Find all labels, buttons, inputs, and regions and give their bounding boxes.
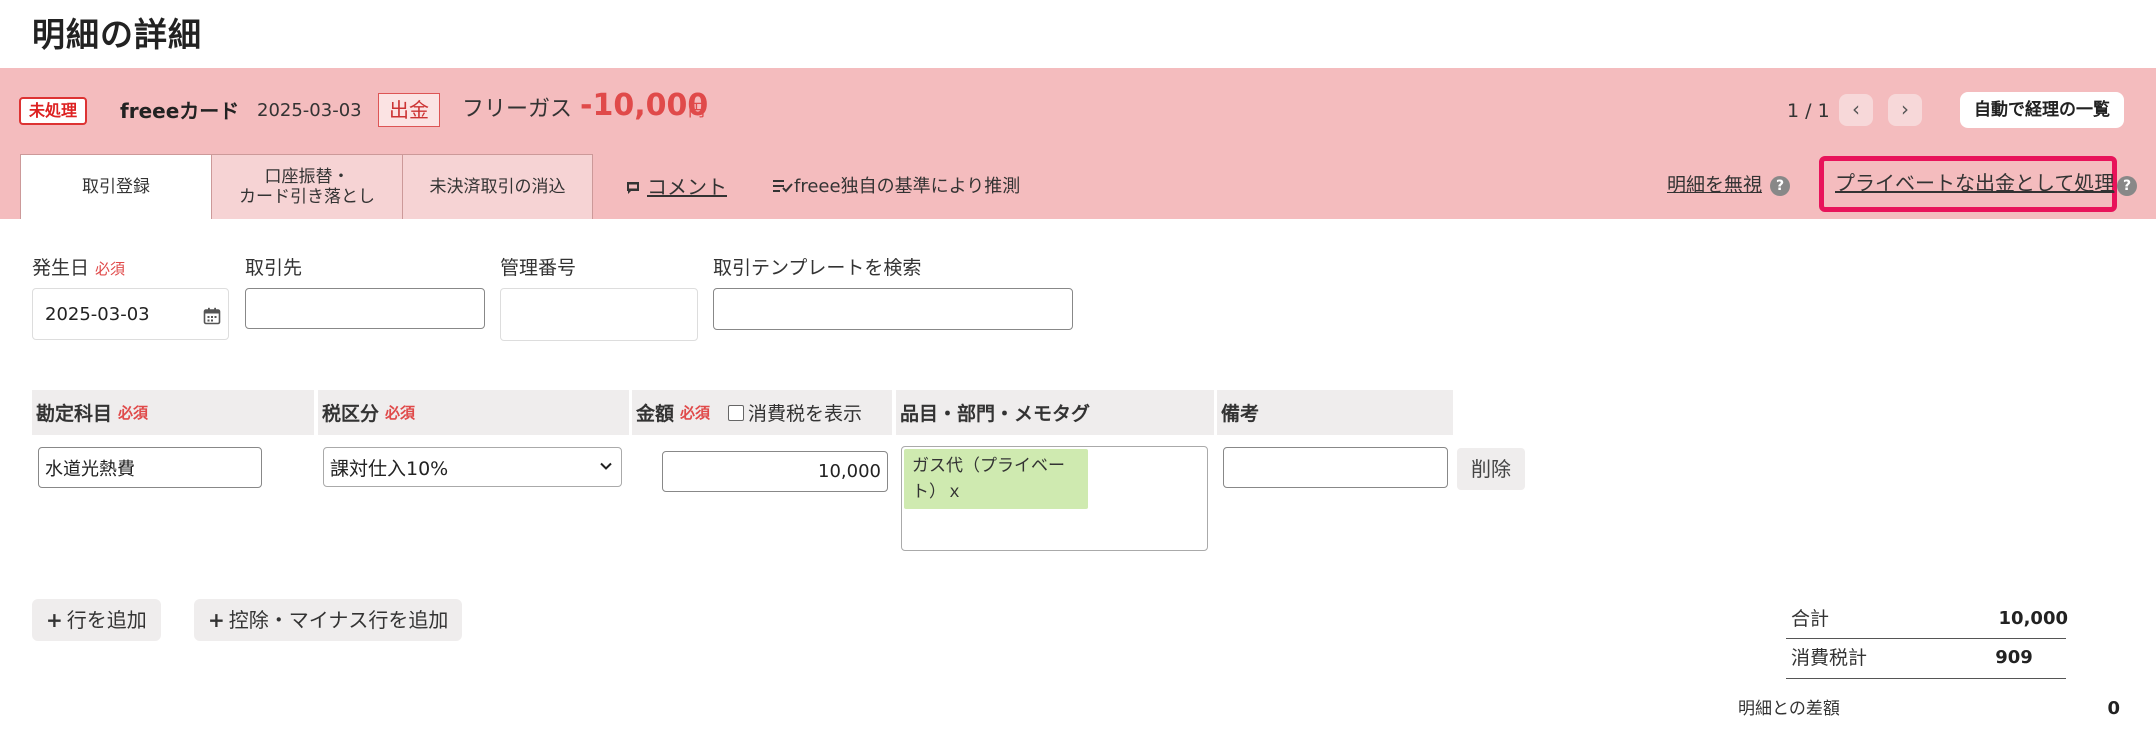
tab-transfer[interactable]: 口座振替・ カード引き落とし bbox=[211, 154, 403, 219]
amount-value: 10,000 bbox=[818, 461, 881, 482]
add-minus-row-label: 控除・マイナス行を追加 bbox=[228, 608, 449, 632]
help-icon[interactable]: ? bbox=[1770, 176, 1790, 196]
tax-total-value: 909 bbox=[1995, 647, 2033, 668]
tab-register[interactable]: 取引登録 bbox=[20, 154, 212, 219]
help-icon[interactable]: ? bbox=[2117, 176, 2137, 196]
ignore-link[interactable]: 明細を無視 bbox=[1667, 172, 1762, 198]
comment-link[interactable]: コメント bbox=[625, 174, 727, 200]
header-note: 備考 bbox=[1217, 390, 1453, 435]
tab-reconcile[interactable]: 未決済取引の消込 bbox=[402, 154, 593, 219]
tax-total-label: 消費税計 bbox=[1791, 647, 1868, 669]
memo-tag[interactable]: ガス代（プライベート）ｘ bbox=[904, 449, 1088, 509]
tab-label: 口座振替・ カード引き落とし bbox=[239, 167, 375, 207]
add-row-button[interactable]: + 行を追加 bbox=[32, 599, 161, 641]
date-input-value: 2025-03-03 bbox=[45, 303, 150, 325]
pager-text: 1 / 1 bbox=[1787, 100, 1830, 122]
template-search-input[interactable] bbox=[713, 288, 1073, 330]
difference-value: 0 bbox=[2107, 698, 2120, 719]
account-input[interactable]: 水道光熱費 bbox=[38, 447, 262, 488]
template-search-label: 取引テンプレートを検索 bbox=[713, 257, 922, 279]
status-badge: 未処理 bbox=[19, 97, 88, 125]
list-check-icon bbox=[773, 180, 793, 193]
account-value: 水道光熱費 bbox=[45, 458, 135, 480]
required-mark: 必須 bbox=[95, 260, 126, 278]
summary-divider bbox=[1786, 678, 2066, 679]
page-title: 明細の詳細 bbox=[32, 15, 202, 54]
plus-icon: + bbox=[46, 608, 63, 632]
date-input[interactable]: 2025-03-03 bbox=[32, 288, 229, 340]
total-value: 10,000 bbox=[1998, 608, 2068, 629]
next-button[interactable]: › bbox=[1888, 94, 1922, 126]
header-account: 勘定科目 必須 bbox=[32, 390, 314, 435]
comment-label: コメント bbox=[647, 175, 727, 199]
transaction-date: 2025-03-03 bbox=[257, 100, 362, 121]
tax-select[interactable]: 課対仕入10% bbox=[323, 447, 622, 487]
manage-number-input[interactable] bbox=[500, 288, 698, 341]
date-label: 発生日 必須 bbox=[32, 256, 125, 281]
direction-badge: 出金 bbox=[378, 93, 440, 127]
show-tax-toggle[interactable]: 消費税を表示 bbox=[728, 399, 862, 426]
header-tax: 税区分 必須 bbox=[318, 390, 629, 435]
partner-label: 取引先 bbox=[245, 257, 303, 279]
chevron-down-icon bbox=[600, 462, 612, 470]
date-label-text: 発生日 bbox=[32, 257, 90, 279]
header-amount: 金額 必須 消費税を表示 bbox=[632, 390, 892, 435]
tax-select-value: 課対仕入10% bbox=[330, 457, 449, 480]
tab-label: 未決済取引の消込 bbox=[429, 177, 566, 197]
plus-icon: + bbox=[208, 608, 225, 632]
chevron-left-icon: ‹ bbox=[1852, 97, 1860, 121]
add-minus-row-button[interactable]: + 控除・マイナス行を追加 bbox=[194, 599, 463, 641]
total-label: 合計 bbox=[1791, 608, 1830, 630]
required-mark: 必須 bbox=[385, 404, 416, 422]
guess-label: freee独自の基準により推測 bbox=[794, 176, 1021, 197]
chevron-right-icon: › bbox=[1901, 97, 1909, 121]
currency-unit: 円 bbox=[688, 101, 705, 121]
tab-label: 取引登録 bbox=[82, 177, 150, 197]
difference-label: 明細との差額 bbox=[1738, 699, 1840, 719]
transaction-partner: フリーガス bbox=[462, 97, 573, 122]
header-account-label: 勘定科目 bbox=[36, 403, 113, 425]
show-tax-checkbox[interactable] bbox=[728, 404, 745, 421]
card-name: freeeカード bbox=[120, 99, 240, 123]
amount-input[interactable]: 10,000 bbox=[662, 451, 888, 492]
header-items: 品目・部門・メモタグ bbox=[896, 390, 1214, 435]
auto-list-button[interactable]: 自動で経理の一覧 bbox=[1960, 92, 2124, 128]
manage-number-label: 管理番号 bbox=[500, 257, 577, 279]
required-mark: 必須 bbox=[118, 404, 149, 422]
memo-tag-label: ガス代（プライベート）ｘ bbox=[912, 456, 1065, 502]
header-tax-label: 税区分 bbox=[322, 403, 380, 425]
show-tax-label: 消費税を表示 bbox=[748, 403, 863, 425]
note-input[interactable] bbox=[1223, 447, 1448, 488]
comment-icon bbox=[627, 182, 639, 194]
calendar-icon[interactable] bbox=[203, 307, 221, 325]
header-amount-label: 金額 bbox=[636, 403, 675, 425]
partner-input[interactable] bbox=[245, 288, 485, 329]
private-withdrawal-link[interactable]: プライベートな出金として処理 bbox=[1835, 170, 2114, 196]
delete-row-button[interactable]: 削除 bbox=[1457, 448, 1525, 490]
required-mark: 必須 bbox=[680, 404, 711, 422]
prev-button[interactable]: ‹ bbox=[1839, 94, 1873, 126]
summary-divider bbox=[1786, 638, 2066, 639]
guess-info: freee独自の基準により推測 bbox=[772, 174, 1020, 200]
add-row-label: 行を追加 bbox=[66, 608, 147, 632]
